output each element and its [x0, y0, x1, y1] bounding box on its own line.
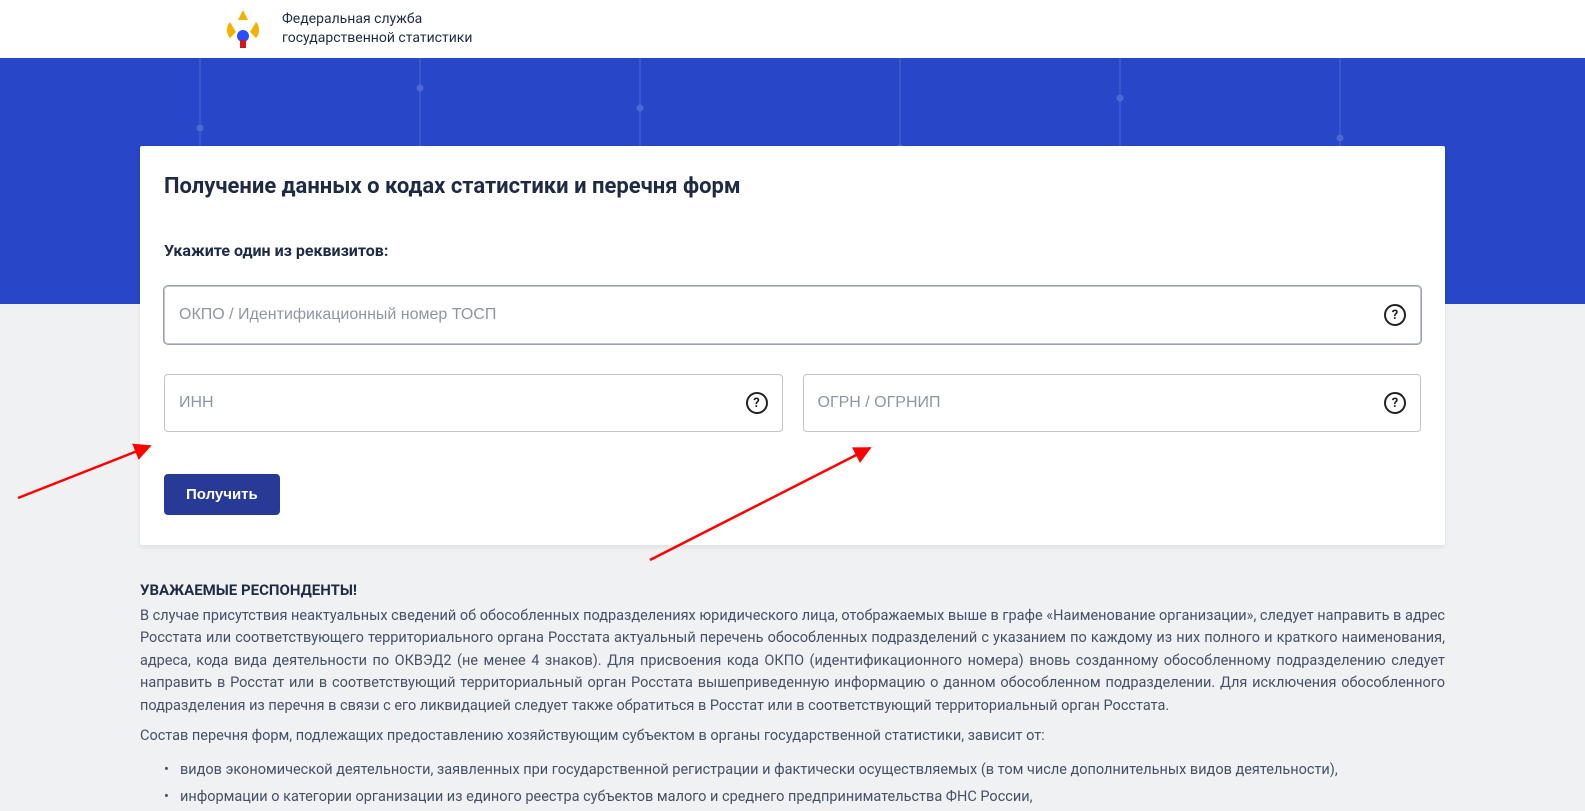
okpo-field-wrap[interactable]: ?	[164, 286, 1421, 344]
help-icon[interactable]: ?	[746, 392, 768, 414]
info-paragraph-2: Состав перечня форм, подлежащих предоста…	[140, 725, 1445, 747]
info-list: видов экономической деятельности, заявле…	[180, 756, 1445, 811]
ogrn-input[interactable]	[818, 394, 1385, 412]
site-header: Федеральная служба государственной стати…	[0, 0, 1585, 58]
ogrn-field-wrap[interactable]: ?	[803, 374, 1422, 432]
info-paragraph-1: В случае присутствия неактуальных сведен…	[140, 605, 1445, 717]
page-title: Получение данных о кодах статистики и пе…	[164, 174, 1421, 199]
org-name-line1: Федеральная служба	[282, 10, 472, 29]
org-name: Федеральная служба государственной стати…	[282, 10, 472, 48]
list-item: видов экономической деятельности, заявле…	[180, 756, 1445, 784]
help-icon[interactable]: ?	[1384, 392, 1406, 414]
rosstat-emblem-icon	[220, 6, 266, 52]
org-name-line2: государственной статистики	[282, 29, 472, 48]
list-item: информации о категории организации из ед…	[180, 783, 1445, 811]
okpo-input[interactable]	[179, 306, 1384, 324]
help-icon[interactable]: ?	[1384, 304, 1406, 326]
search-card: Получение данных о кодах статистики и пе…	[140, 146, 1445, 545]
subheading: Укажите один из реквизитов:	[164, 241, 1421, 260]
submit-button[interactable]: Получить	[164, 474, 280, 515]
info-title: УВАЖАЕМЫЕ РЕСПОНДЕНТЫ!	[140, 581, 1445, 599]
info-block: УВАЖАЕМЫЕ РЕСПОНДЕНТЫ! В случае присутст…	[140, 581, 1445, 811]
inn-input[interactable]	[179, 394, 746, 412]
inn-field-wrap[interactable]: ?	[164, 374, 783, 432]
